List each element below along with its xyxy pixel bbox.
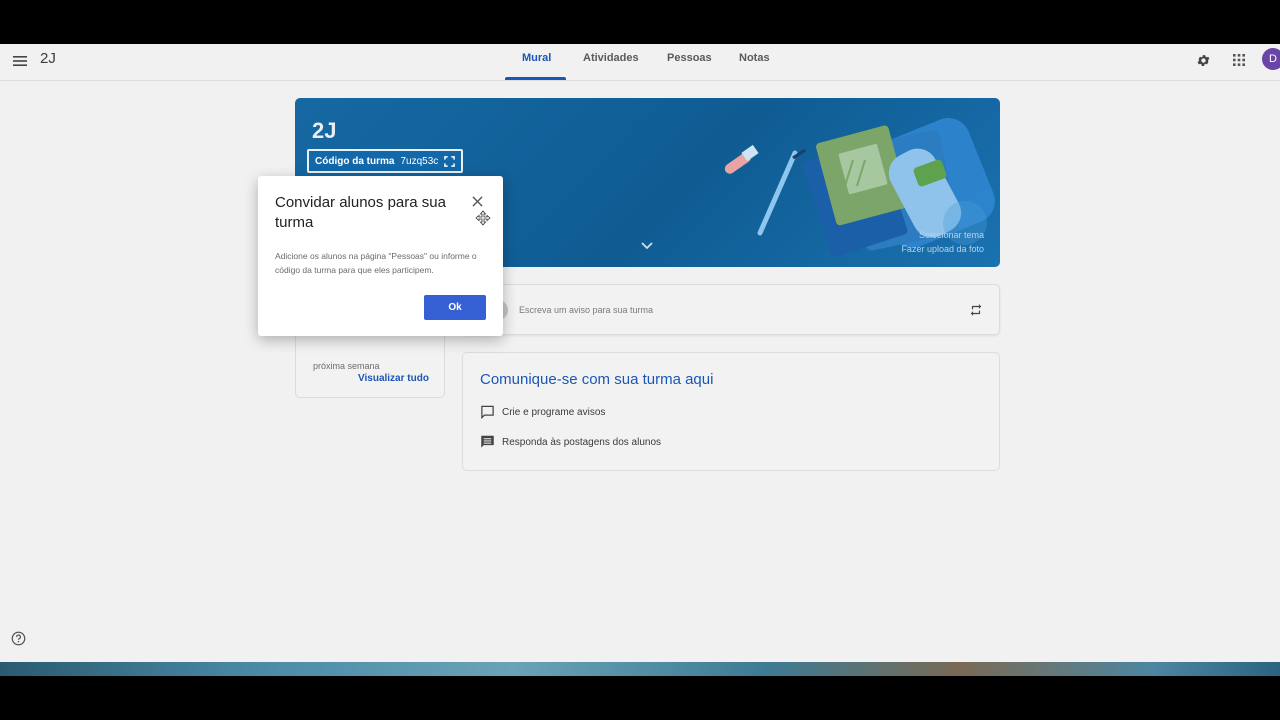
class-code-value: 7uzq53c <box>400 155 439 167</box>
view-all-link[interactable]: Visualizar tudo <box>358 373 429 384</box>
hamburger-menu-icon <box>13 56 27 66</box>
tab-mural[interactable]: Mural <box>522 52 551 64</box>
ok-button[interactable]: Ok <box>424 295 486 320</box>
chevron-down-icon[interactable] <box>641 242 653 250</box>
communicate-item: Responda às postagens dos alunos <box>480 435 661 449</box>
banner-title: 2J <box>312 118 337 143</box>
dialog-body: Adicione os alunos na página "Pessoas" o… <box>275 251 477 275</box>
dialog-close-button[interactable] <box>469 193 485 209</box>
desktop-wallpaper-strip <box>0 662 1280 676</box>
communicate-item-label: Crie e programe avisos <box>502 406 606 418</box>
announcement-composer[interactable]: Escreva um aviso para sua turma <box>462 284 1000 335</box>
tab-notas[interactable]: Notas <box>739 52 770 64</box>
apps-grid-icon <box>1233 54 1245 66</box>
communicate-card: Comunique-se com sua turma aqui Crie e p… <box>462 352 1000 471</box>
main-menu-button[interactable] <box>8 49 32 73</box>
close-icon <box>471 195 483 207</box>
banner-links: Selecionar tema Fazer upload da foto <box>901 228 984 256</box>
help-icon <box>11 631 25 645</box>
upcoming-text: próxima semana <box>313 361 380 371</box>
class-name[interactable]: 2J <box>40 50 56 67</box>
select-theme-link[interactable]: Selecionar tema <box>901 228 984 242</box>
dialog-title: Convidar alunos para sua turma <box>275 194 446 231</box>
help-button[interactable] <box>10 630 26 646</box>
communicate-item-label: Responda às postagens dos alunos <box>502 436 662 448</box>
active-tab-indicator <box>505 77 566 80</box>
class-code-chip[interactable]: Código da turma 7uzq53c <box>307 149 464 173</box>
announcement-placeholder[interactable]: Escreva um aviso para sua turma <box>519 305 653 315</box>
tab-atividades[interactable]: Atividades <box>583 52 639 64</box>
tab-pessoas[interactable]: Pessoas <box>667 52 712 64</box>
repeat-icon <box>970 304 982 316</box>
comment-list-icon <box>481 435 494 448</box>
communicate-item: Crie e programe avisos <box>480 405 605 419</box>
chat-bubble-icon <box>481 405 494 419</box>
google-apps-button[interactable] <box>1228 49 1250 71</box>
reuse-post-button[interactable] <box>966 300 986 320</box>
account-avatar[interactable]: D <box>1262 48 1280 70</box>
invite-students-dialog: Convidar alunos para sua turma Adicione … <box>258 176 503 336</box>
fullscreen-icon[interactable] <box>444 155 456 167</box>
class-code-label: Código da turma <box>315 155 395 167</box>
move-cursor-icon <box>475 210 491 226</box>
top-app-bar: 2J Mural Atividades Pessoas Notas D <box>0 44 1280 81</box>
gear-icon <box>1197 54 1209 66</box>
classroom-page: 2J Mural Atividades Pessoas Notas D 2J C… <box>0 44 1280 676</box>
settings-button[interactable] <box>1192 49 1214 71</box>
communicate-title: Comunique-se com sua turma aqui <box>480 371 714 388</box>
upload-photo-link[interactable]: Fazer upload da foto <box>901 242 984 256</box>
